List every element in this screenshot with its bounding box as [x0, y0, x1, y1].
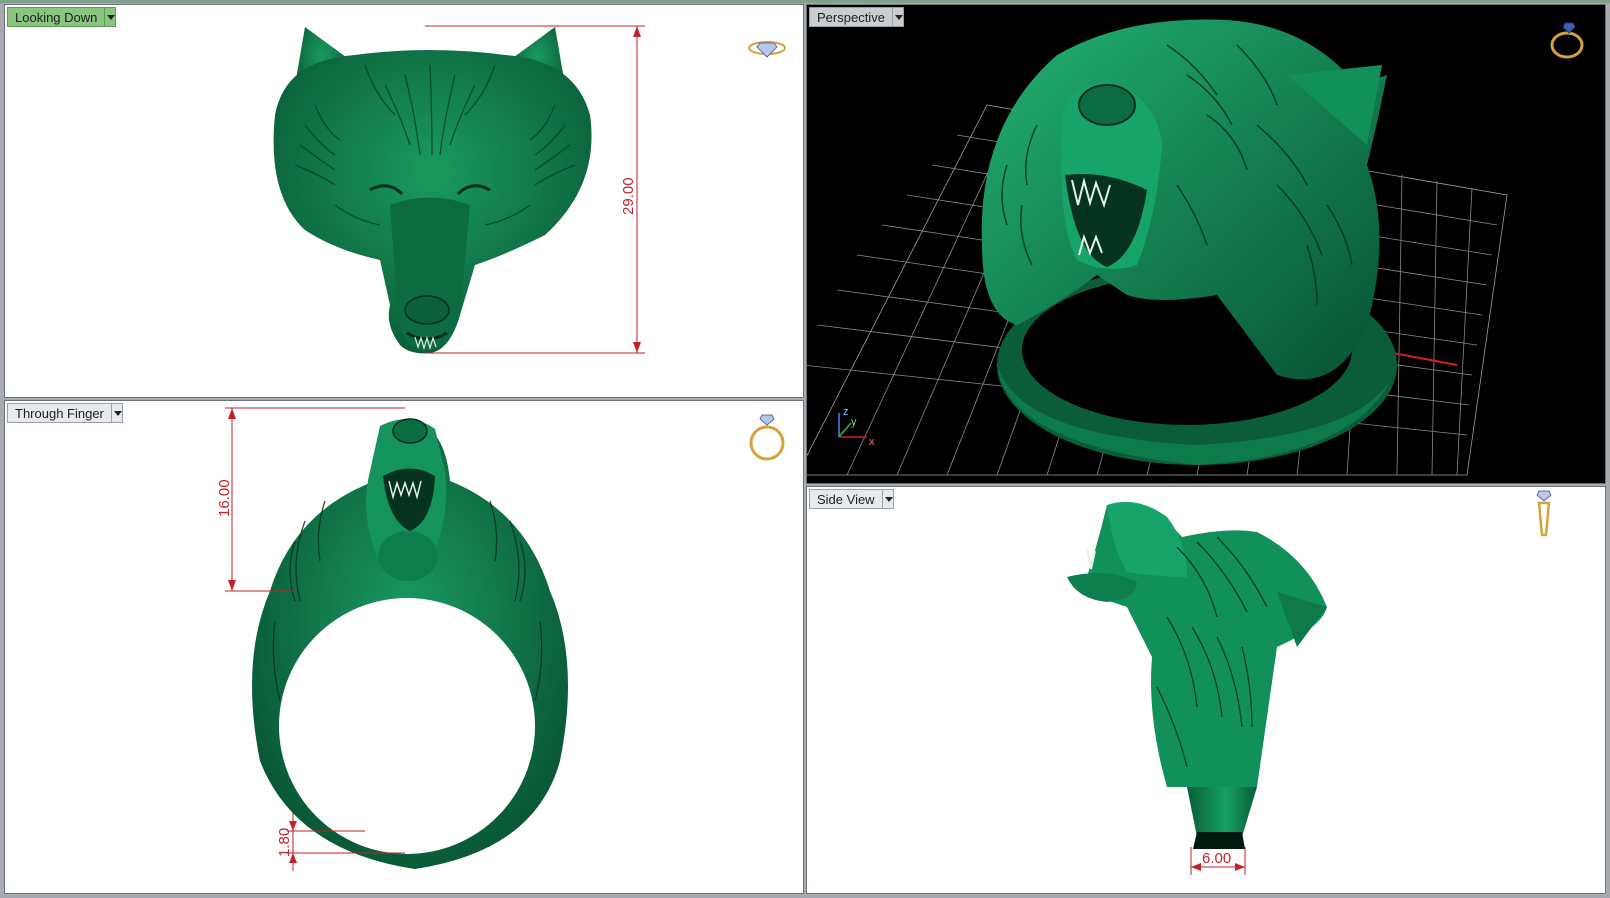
viewport-tab-perspective[interactable]: Perspective — [809, 7, 904, 27]
front-view-canvas: 16.00 1.80 — [216, 407, 568, 871]
ring-top-view-icon[interactable] — [747, 35, 787, 61]
ring-perspective-icon[interactable] — [1547, 17, 1589, 61]
viewport-looking-down[interactable]: Looking Down 29.00 — [4, 4, 804, 398]
axis-x-label: x — [869, 436, 875, 448]
viewport-label: Looking Down — [7, 7, 105, 27]
viewport-menu-dropdown[interactable] — [881, 489, 894, 509]
viewport-label: Perspective — [809, 7, 892, 27]
viewport-label: Side View — [809, 489, 882, 509]
wolf-ring-front-model — [252, 418, 568, 869]
wolf-ring-side-model — [1067, 501, 1327, 849]
wolf-ring-perspective-model — [981, 19, 1397, 465]
dimension-1-80-label: 1.80 — [276, 828, 293, 857]
dimension-16-label: 16.00 — [216, 479, 233, 517]
viewport-through-finger[interactable]: Through Finger 16.00 1.80 — [4, 400, 804, 894]
viewport-label: Through Finger — [7, 403, 111, 423]
window-top-strip — [0, 0, 1610, 3]
top-view-canvas: 29.00 — [273, 25, 645, 354]
dimension-6-label: 6.00 — [1202, 850, 1231, 867]
viewport-side-view[interactable]: Side View 6.00 — [806, 486, 1606, 894]
cad-app-window: Looking Down 29.00 Perspective z y x Thr… — [0, 0, 1610, 898]
perspective-canvas: z y x — [807, 19, 1508, 476]
viewport-menu-dropdown[interactable] — [110, 403, 123, 423]
dimension-6[interactable]: 6.00 — [1190, 847, 1246, 875]
viewport-perspective[interactable]: Perspective z y x — [806, 4, 1606, 484]
axis-y-label: y — [851, 416, 857, 428]
side-view-canvas: 6.00 — [1067, 501, 1327, 875]
viewport-menu-dropdown[interactable] — [891, 7, 904, 27]
ring-front-view-icon[interactable] — [747, 411, 787, 465]
viewport-tab-through-finger[interactable]: Through Finger — [7, 403, 123, 423]
viewport-menu-dropdown[interactable] — [104, 7, 117, 27]
wolf-head-top-model — [273, 27, 592, 354]
viewport-tab-looking-down[interactable]: Looking Down — [7, 7, 117, 27]
dimension-29-label: 29.00 — [620, 177, 637, 215]
viewport-tab-side-view[interactable]: Side View — [809, 489, 894, 509]
axis-z-label: z — [843, 406, 849, 418]
ring-side-view-icon[interactable] — [1529, 487, 1559, 541]
